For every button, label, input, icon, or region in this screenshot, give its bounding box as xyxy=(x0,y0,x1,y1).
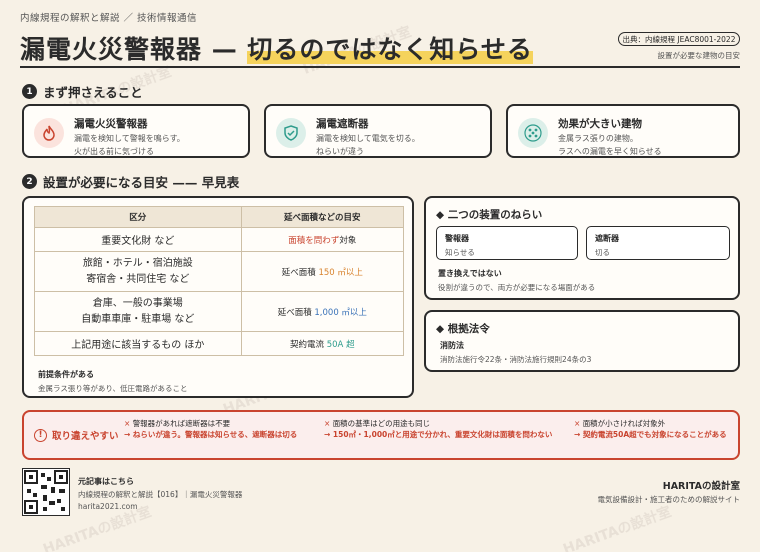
card-desc: 金属ラス張りの建物。 ラスへの漏電を早く知らせる xyxy=(558,134,662,156)
table-row: 倉庫、一般の事業場 自動車車庫・駐車場 など 延べ面積 1,000 ㎡以上 xyxy=(34,291,405,332)
card-title: 漏電火災警報器 xyxy=(74,118,148,130)
title-highlight: 切るのではなく知らせる xyxy=(247,35,533,64)
section1-header: 1 まず押さえること xyxy=(22,82,143,101)
title-main: 漏電火災警報器 — xyxy=(20,35,248,64)
law-sub: 消防法 xyxy=(440,341,464,350)
row-category: 上記用途に該当するもの ほか xyxy=(34,331,242,356)
card-title: 効果が大きい建物 xyxy=(558,118,642,130)
section-number: 2 xyxy=(22,174,37,189)
row-category: 旅館・ホテル・宿泊施設 寄宿舎・共同住宅 など xyxy=(34,251,242,292)
watermark: HARITAの設計室 xyxy=(561,503,674,552)
mistake-item: × 面積が小さければ対象外 → 契約電流50A超でも対象になることがある xyxy=(574,419,727,439)
title-rule xyxy=(20,66,740,68)
section2-header: 2 設置が必要になる目安 —— 早見表 xyxy=(22,172,239,191)
warning-icon: ! xyxy=(34,428,47,442)
criteria-table: 区分 延べ面積などの目安 重要文化財 など 面積を問わず対象 旅館・ホテル・宿泊… xyxy=(34,206,405,356)
table-header: 区分 xyxy=(34,206,242,228)
mistake-item: × 警報器があれば遮断器は不要 → ねらいが違う。警報器は知らせる、遮断器は切る xyxy=(124,419,298,439)
section-title: 設置が必要になる目安 —— 早見表 xyxy=(43,175,240,190)
table-row: 上記用途に該当するもの ほか 契約電流 50A 超 xyxy=(34,331,405,356)
row-value: 契約電流 50A 超 xyxy=(240,331,405,356)
row-category: 重要文化財 など xyxy=(34,227,242,252)
card-desc: 漏電を検知して電気を切る。 ねらいが違う xyxy=(316,134,420,156)
breaker-box: 遮断器 切る xyxy=(586,226,730,260)
page-title: 漏電火災警報器 — 切るのではなく知らせる xyxy=(20,30,533,66)
mistakes-panel: ! 取り違えやすい × 警報器があれば遮断器は不要 → ねらいが違う。警報器は知… xyxy=(22,410,740,460)
series-label: 内線規程の解釈と解説 ／ 技術情報通信 xyxy=(20,13,198,24)
aim-note-text: 役割が違うので、両方が必要になる場面がある xyxy=(438,283,596,292)
section-title: まず押さえること xyxy=(43,85,143,100)
card-breaker: 漏電遮断器 漏電を検知して電気を切る。 ねらいが違う xyxy=(264,104,492,158)
brand-name: HARITAの設計室 xyxy=(662,481,740,492)
table-row: 旅館・ホテル・宿泊施設 寄宿舎・共同住宅 など 延べ面積 150 ㎡以上 xyxy=(34,251,405,292)
law-title: ◆ 根拠法令 xyxy=(436,323,490,335)
row-value: 面積を問わず対象 xyxy=(240,227,405,252)
grid-dots-icon xyxy=(518,118,548,148)
table-row: 重要文化財 など 面積を問わず対象 xyxy=(34,227,405,252)
mistake-item: × 面積の基準はどの用途も同じ → 150㎡・1,000㎡と用途で分かれ、重要文… xyxy=(324,419,553,439)
card-desc: 漏電を検知して警報を鳴らす。 火が出る前に気づける xyxy=(74,134,185,156)
law-text: 消防法施行令22条・消防法施行規則24条の3 xyxy=(440,355,592,364)
qr-code-icon[interactable] xyxy=(22,468,70,516)
source-badge: 出典：内線規程 JEAC8001-2022 xyxy=(618,32,740,46)
aim-title: ◆ 二つの装置のねらい xyxy=(436,209,543,221)
orig-title: 元記事はこちら xyxy=(78,477,134,486)
card-building: 効果が大きい建物 金属ラス張りの建物。 ラスへの漏電を早く知らせる xyxy=(506,104,740,158)
aim-card: ◆ 二つの装置のねらい 警報器 知らせる 遮断器 切る 置き換えではない 役割が違う… xyxy=(424,196,740,300)
mistakes-label: ! 取り違えやすい xyxy=(34,428,119,442)
premise-title: 前提条件がある xyxy=(38,370,94,379)
card-title: 漏電遮断器 xyxy=(316,118,369,130)
row-value: 延べ面積 1,000 ㎡以上 xyxy=(240,291,405,332)
table-card: 区分 延べ面積などの目安 重要文化財 など 面積を問わず対象 旅館・ホテル・宿泊… xyxy=(22,196,414,398)
orig-url[interactable]: harita2021.com xyxy=(78,502,138,511)
brand-sub: 電気設備設計・施工者のための解説サイト xyxy=(597,495,741,504)
table-header: 延べ面積などの目安 xyxy=(240,206,405,228)
table-wrap: 区分 延べ面積などの目安 重要文化財 など 面積を問わず対象 旅館・ホテル・宿泊… xyxy=(34,206,405,356)
section-number: 1 xyxy=(22,84,37,99)
alarm-box: 警報器 知らせる xyxy=(436,226,578,260)
flame-icon xyxy=(34,118,64,148)
card-alarm: 漏電火災警報器 漏電を検知して警報を鳴らす。 火が出る前に気づける xyxy=(22,104,250,158)
premise-text: 金属ラス張り等があり、低圧電路があること xyxy=(38,384,188,393)
row-value: 延べ面積 150 ㎡以上 xyxy=(240,251,405,292)
row-category: 倉庫、一般の事業場 自動車車庫・駐車場 など xyxy=(34,291,242,332)
law-card: ◆ 根拠法令 消防法 消防法施行令22条・消防法施行規則24条の3 xyxy=(424,310,740,372)
shield-check-icon xyxy=(276,118,306,148)
source-note: 設置が必要な建物の目安 xyxy=(657,51,741,60)
aim-note-title: 置き換えではない xyxy=(438,269,502,278)
orig-text: 内線規程の解釈と解説【016】｜漏電火災警報器 xyxy=(78,490,243,499)
